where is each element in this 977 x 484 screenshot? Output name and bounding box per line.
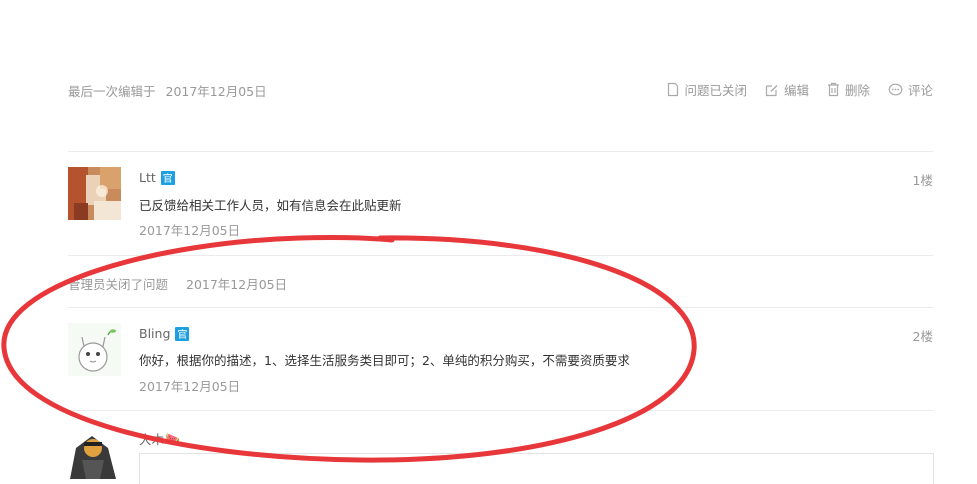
closed-status-label: 问题已关闭 [684,83,747,98]
divider [68,255,933,256]
comment-label: 评论 [907,83,933,98]
comment-button[interactable]: 评论 [888,80,933,99]
floor-number: 2楼 [912,329,933,344]
comment-date: 2017年12月05日 [139,223,241,238]
comment-icon [888,83,903,95]
comment-date: 2017年12月05日 [139,379,241,394]
edit-label: 编辑 [783,83,809,98]
avatar[interactable] [68,323,121,376]
last-edited-label: 最后一次编辑于 [68,84,156,99]
avatar[interactable] [68,167,121,220]
document-icon [668,82,679,97]
divider [68,151,933,152]
floor-number: 1楼 [912,173,933,188]
avatar[interactable] [68,426,121,479]
last-edited-meta: 最后一次编辑于 2017年12月05日 [68,81,267,100]
comment-author: Bling 官 [139,326,190,341]
edit-icon [765,84,778,96]
comment-text: 已反馈给相关工作人员，如有信息会在此贴更新 [139,198,402,213]
last-edited-date: 2017年12月05日 [165,84,267,99]
username[interactable]: Ltt [139,170,156,185]
comment-text: 你好，根据你的描述，1、选择生活服务类目即可；2、单纯的积分购买，不需要资质要求 [139,353,630,368]
delete-button[interactable]: 删除 [827,80,870,99]
comment-author: 大木 🍉 [139,429,180,448]
system-event-date: 2017年12月05日 [186,277,288,292]
divider [68,307,933,308]
delete-label: 删除 [844,83,870,98]
username[interactable]: Bling [139,326,170,341]
closed-status: 问题已关闭 [667,80,747,99]
system-event: 管理员关闭了问题 2017年12月05日 [68,274,287,293]
official-badge: 官 [175,326,190,341]
comment-author: Ltt 官 [139,170,175,185]
username[interactable]: 大木 [139,429,164,448]
divider [68,410,933,411]
trash-icon [827,82,839,97]
system-event-text: 管理员关闭了问题 [68,277,169,292]
edit-button[interactable]: 编辑 [765,80,809,99]
official-badge: 官 [160,170,175,185]
post-actions: 问题已关闭 编辑 删除 评论 [667,80,933,99]
watermelon-icon: 🍉 [165,431,180,446]
